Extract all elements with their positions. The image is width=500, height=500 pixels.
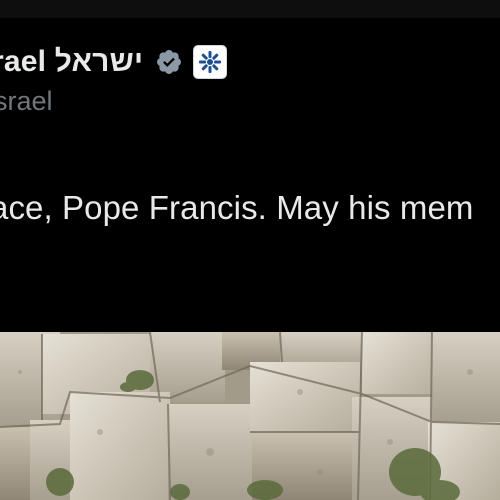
- western-wall-stones-icon: [0, 332, 500, 500]
- post-text: ace, Pope Francis. May his mem: [0, 189, 474, 226]
- israel-emblem-icon[interactable]: [193, 45, 228, 79]
- top-strip: [0, 0, 500, 18]
- author-handle[interactable]: srael: [0, 86, 53, 117]
- author-row[interactable]: rael ישראל: [0, 40, 228, 84]
- author-display-name[interactable]: rael ישראל: [0, 45, 143, 79]
- verified-badge-icon[interactable]: [155, 48, 183, 76]
- post-card[interactable]: rael ישראל: [0, 0, 500, 500]
- post-media-photo[interactable]: [0, 332, 500, 500]
